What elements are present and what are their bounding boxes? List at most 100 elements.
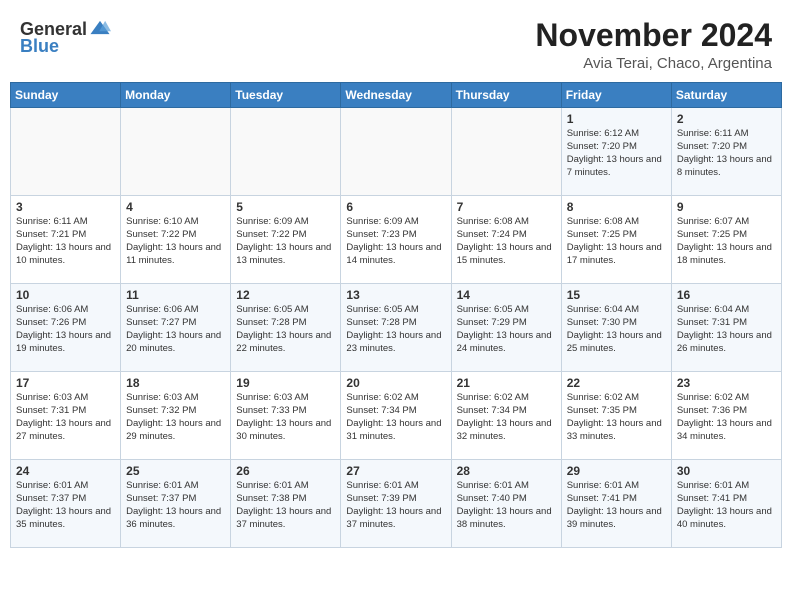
calendar-cell [451, 108, 561, 196]
day-number: 19 [236, 376, 335, 390]
calendar-table: SundayMondayTuesdayWednesdayThursdayFrid… [10, 82, 782, 548]
cell-daylight-info: Sunrise: 6:06 AMSunset: 7:26 PMDaylight:… [16, 304, 115, 355]
calendar-cell: 13 Sunrise: 6:05 AMSunset: 7:28 PMDayligh… [341, 284, 451, 372]
cell-daylight-info: Sunrise: 6:12 AMSunset: 7:20 PMDaylight:… [567, 128, 666, 179]
calendar-cell: 27 Sunrise: 6:01 AMSunset: 7:39 PMDayligh… [341, 460, 451, 548]
cell-daylight-info: Sunrise: 6:09 AMSunset: 7:22 PMDaylight:… [236, 216, 335, 267]
calendar-header-row: SundayMondayTuesdayWednesdayThursdayFrid… [11, 83, 782, 108]
calendar-cell: 1 Sunrise: 6:12 AMSunset: 7:20 PMDaylight… [561, 108, 671, 196]
weekday-header: Saturday [671, 83, 781, 108]
calendar-cell [341, 108, 451, 196]
calendar-cell: 11Sunrise: 6:06 AMSunset: 7:27 PMDayligh… [121, 284, 231, 372]
cell-daylight-info: Sunrise: 6:04 AMSunset: 7:30 PMDaylight:… [567, 304, 666, 355]
day-number: 30 [677, 464, 776, 478]
day-number: 3 [16, 200, 115, 214]
calendar-cell: 17 Sunrise: 6:03 AMSunset: 7:31 PMDayligh… [11, 372, 121, 460]
day-number: 21 [457, 376, 556, 390]
weekday-header: Monday [121, 83, 231, 108]
calendar-week-row: 24 Sunrise: 6:01 AMSunset: 7:37 PMDayligh… [11, 460, 782, 548]
calendar-cell: 26 Sunrise: 6:01 AMSunset: 7:38 PMDayligh… [231, 460, 341, 548]
cell-daylight-info: Sunrise: 6:09 AMSunset: 7:23 PMDaylight:… [346, 216, 445, 267]
day-number: 13 [346, 288, 445, 302]
cell-daylight-info: Sunrise: 6:05 AMSunset: 7:29 PMDaylight:… [457, 304, 556, 355]
cell-daylight-info: Sunrise: 6:06 AMSunset: 7:27 PMDaylight:… [126, 304, 225, 355]
cell-daylight-info: Sunrise: 6:07 AMSunset: 7:25 PMDaylight:… [677, 216, 776, 267]
calendar-cell: 28 Sunrise: 6:01 AMSunset: 7:40 PMDayligh… [451, 460, 561, 548]
calendar-cell: 7 Sunrise: 6:08 AMSunset: 7:24 PMDaylight… [451, 196, 561, 284]
cell-daylight-info: Sunrise: 6:01 AMSunset: 7:41 PMDaylight:… [677, 480, 776, 531]
day-number: 6 [346, 200, 445, 214]
logo: General Blue [20, 18, 111, 57]
calendar-body: 1 Sunrise: 6:12 AMSunset: 7:20 PMDaylight… [11, 108, 782, 548]
day-number: 8 [567, 200, 666, 214]
calendar-cell: 12 Sunrise: 6:05 AMSunset: 7:28 PMDayligh… [231, 284, 341, 372]
calendar-cell: 6 Sunrise: 6:09 AMSunset: 7:23 PMDaylight… [341, 196, 451, 284]
day-number: 28 [457, 464, 556, 478]
cell-daylight-info: Sunrise: 6:03 AMSunset: 7:31 PMDaylight:… [16, 392, 115, 443]
day-number: 23 [677, 376, 776, 390]
cell-daylight-info: Sunrise: 6:01 AMSunset: 7:39 PMDaylight:… [346, 480, 445, 531]
cell-daylight-info: Sunrise: 6:03 AMSunset: 7:33 PMDaylight:… [236, 392, 335, 443]
cell-daylight-info: Sunrise: 6:08 AMSunset: 7:24 PMDaylight:… [457, 216, 556, 267]
cell-daylight-info: Sunrise: 6:01 AMSunset: 7:37 PMDaylight:… [16, 480, 115, 531]
calendar-week-row: 1 Sunrise: 6:12 AMSunset: 7:20 PMDaylight… [11, 108, 782, 196]
calendar-cell [121, 108, 231, 196]
cell-daylight-info: Sunrise: 6:11 AMSunset: 7:21 PMDaylight:… [16, 216, 115, 267]
day-number: 12 [236, 288, 335, 302]
day-number: 2 [677, 112, 776, 126]
weekday-header: Wednesday [341, 83, 451, 108]
day-number: 29 [567, 464, 666, 478]
day-number: 7 [457, 200, 556, 214]
weekday-header: Friday [561, 83, 671, 108]
cell-daylight-info: Sunrise: 6:05 AMSunset: 7:28 PMDaylight:… [346, 304, 445, 355]
calendar-cell: 19 Sunrise: 6:03 AMSunset: 7:33 PMDayligh… [231, 372, 341, 460]
calendar-cell: 4 Sunrise: 6:10 AMSunset: 7:22 PMDaylight… [121, 196, 231, 284]
calendar-cell: 14 Sunrise: 6:05 AMSunset: 7:29 PMDayligh… [451, 284, 561, 372]
calendar-week-row: 10Sunrise: 6:06 AMSunset: 7:26 PMDayligh… [11, 284, 782, 372]
day-number: 9 [677, 200, 776, 214]
calendar-week-row: 17 Sunrise: 6:03 AMSunset: 7:31 PMDayligh… [11, 372, 782, 460]
cell-daylight-info: Sunrise: 6:02 AMSunset: 7:34 PMDaylight:… [457, 392, 556, 443]
day-number: 16 [677, 288, 776, 302]
cell-daylight-info: Sunrise: 6:10 AMSunset: 7:22 PMDaylight:… [126, 216, 225, 267]
day-number: 4 [126, 200, 225, 214]
calendar-cell [231, 108, 341, 196]
weekday-header: Tuesday [231, 83, 341, 108]
calendar-cell: 22 Sunrise: 6:02 AMSunset: 7:35 PMDayligh… [561, 372, 671, 460]
calendar-cell: 16 Sunrise: 6:04 AMSunset: 7:31 PMDayligh… [671, 284, 781, 372]
cell-daylight-info: Sunrise: 6:01 AMSunset: 7:41 PMDaylight:… [567, 480, 666, 531]
calendar-cell: 23 Sunrise: 6:02 AMSunset: 7:36 PMDayligh… [671, 372, 781, 460]
cell-daylight-info: Sunrise: 6:05 AMSunset: 7:28 PMDaylight:… [236, 304, 335, 355]
calendar-cell: 29 Sunrise: 6:01 AMSunset: 7:41 PMDayligh… [561, 460, 671, 548]
calendar-cell: 18Sunrise: 6:03 AMSunset: 7:32 PMDayligh… [121, 372, 231, 460]
weekday-header: Thursday [451, 83, 561, 108]
day-number: 26 [236, 464, 335, 478]
calendar-cell: 2 Sunrise: 6:11 AMSunset: 7:20 PMDaylight… [671, 108, 781, 196]
day-number: 17 [16, 376, 115, 390]
calendar-cell [11, 108, 121, 196]
calendar-cell: 3 Sunrise: 6:11 AMSunset: 7:21 PMDaylight… [11, 196, 121, 284]
calendar-cell: 30 Sunrise: 6:01 AMSunset: 7:41 PMDayligh… [671, 460, 781, 548]
day-number: 22 [567, 376, 666, 390]
weekday-header: Sunday [11, 83, 121, 108]
day-number: 24 [16, 464, 115, 478]
calendar-cell: 24 Sunrise: 6:01 AMSunset: 7:37 PMDayligh… [11, 460, 121, 548]
day-number: 20 [346, 376, 445, 390]
day-number: 14 [457, 288, 556, 302]
calendar-cell: 15Sunrise: 6:04 AMSunset: 7:30 PMDayligh… [561, 284, 671, 372]
cell-daylight-info: Sunrise: 6:04 AMSunset: 7:31 PMDaylight:… [677, 304, 776, 355]
calendar-cell: 5Sunrise: 6:09 AMSunset: 7:22 PMDaylight… [231, 196, 341, 284]
cell-daylight-info: Sunrise: 6:01 AMSunset: 7:40 PMDaylight:… [457, 480, 556, 531]
logo-icon [89, 18, 111, 40]
title-block: November 2024 Avia Terai, Chaco, Argenti… [535, 18, 772, 72]
location-subtitle: Avia Terai, Chaco, Argentina [535, 55, 772, 72]
cell-daylight-info: Sunrise: 6:02 AMSunset: 7:36 PMDaylight:… [677, 392, 776, 443]
day-number: 1 [567, 112, 666, 126]
day-number: 27 [346, 464, 445, 478]
cell-daylight-info: Sunrise: 6:02 AMSunset: 7:35 PMDaylight:… [567, 392, 666, 443]
calendar-cell: 10Sunrise: 6:06 AMSunset: 7:26 PMDayligh… [11, 284, 121, 372]
cell-daylight-info: Sunrise: 6:03 AMSunset: 7:32 PMDaylight:… [126, 392, 225, 443]
calendar-cell: 21 Sunrise: 6:02 AMSunset: 7:34 PMDayligh… [451, 372, 561, 460]
cell-daylight-info: Sunrise: 6:01 AMSunset: 7:38 PMDaylight:… [236, 480, 335, 531]
cell-daylight-info: Sunrise: 6:11 AMSunset: 7:20 PMDaylight:… [677, 128, 776, 179]
